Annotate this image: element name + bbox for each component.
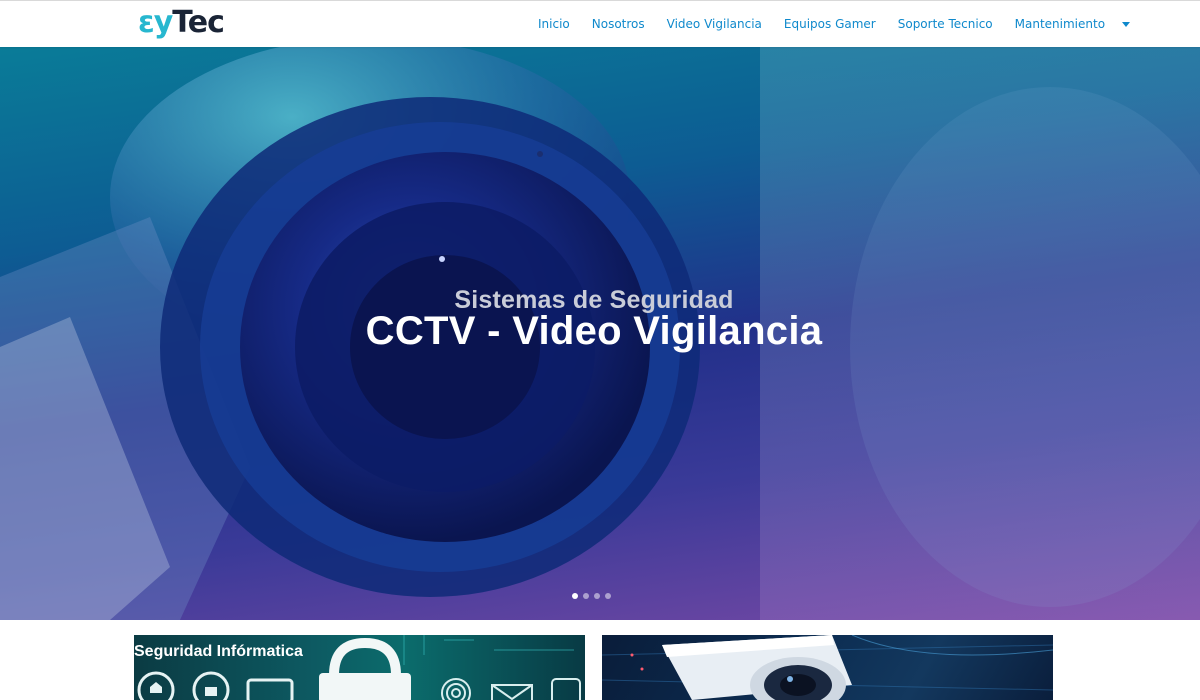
service-card-video-vigilancia[interactable] [602,635,1053,700]
envelope-icon [491,684,533,700]
lock-badge-icon [551,678,581,700]
nav-item-equipos-gamer[interactable]: Equipos Gamer [773,1,887,48]
service-card-seguridad-informatica[interactable]: Seguridad Infórmatica [134,635,585,700]
cctv-camera-card-image [602,635,1053,700]
logo-part-1: ɛy [138,5,173,40]
monitor-icon [246,678,294,700]
nav-item-video-vigilancia[interactable]: Video Vigilancia [656,1,773,48]
hero-slider: Sistemas de Seguridad CCTV - Video Vigil… [0,47,1200,620]
hero-title: CCTV - Video Vigilancia [365,309,823,353]
chevron-down-icon[interactable] [1122,22,1131,27]
brand-logo[interactable]: ɛy Tec [138,5,225,40]
card-title: Seguridad Infórmatica [134,643,303,660]
site-header: ɛy Tec Inicio Nosotros Video Vigilancia E… [0,0,1200,47]
padlock-icon [329,637,401,676]
logo-part-2: Tec [172,5,225,40]
slider-pagination [572,593,611,599]
main-nav: Inicio Nosotros Video Vigilancia Equipos… [527,1,1131,48]
slider-dot-3[interactable] [594,593,600,599]
slider-dot-1[interactable] [572,593,578,599]
slider-dot-4[interactable] [605,593,611,599]
nav-item-inicio[interactable]: Inicio [527,1,581,48]
nav-item-mantenimiento[interactable]: Mantenimiento [1004,1,1116,48]
nav-item-soporte-tecnico[interactable]: Soporte Tecnico [887,1,1004,48]
slider-dot-2[interactable] [583,593,589,599]
nav-item-nosotros[interactable]: Nosotros [581,1,656,48]
